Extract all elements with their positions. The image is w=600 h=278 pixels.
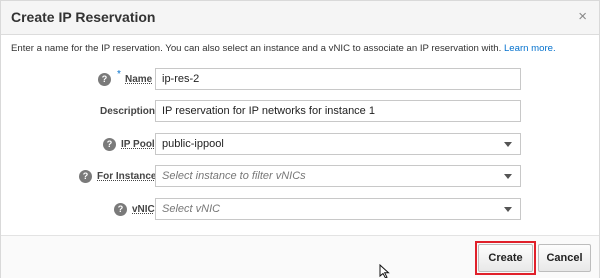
intro-text: Enter a name for the IP reservation. You… [11,43,556,54]
for-instance-label: For Instance [97,171,157,182]
dialog-title: Create IP Reservation [11,9,156,25]
vnic-placeholder: Select vNIC [162,203,221,215]
name-label: Name [125,74,153,85]
create-ip-reservation-dialog: Create IP Reservation × Enter a name for… [0,0,600,278]
help-icon[interactable]: ? [79,170,92,183]
for-instance-placeholder: Select instance to filter vNICs [162,170,306,182]
help-icon[interactable]: ? [103,138,116,151]
dropdown-caret-icon [504,174,512,179]
dropdown-caret-icon [504,142,512,147]
name-input[interactable]: ip-res-2 [155,68,521,90]
for-instance-row: ? For Instance Select instance to filter… [1,165,600,187]
create-button[interactable]: Create [478,244,533,272]
ip-pool-row: ? IP Pool public-ippool [1,133,600,155]
dialog-footer: Create Cancel [1,235,599,278]
dialog-header: Create IP Reservation × [1,1,599,35]
vnic-label: vNIC [132,204,155,215]
help-icon[interactable]: ? [114,203,127,216]
required-indicator: * [117,69,121,80]
close-icon[interactable]: × [578,8,587,26]
ip-pool-selected-value: public-ippool [162,138,224,150]
help-icon[interactable]: ? [98,73,111,86]
description-row: Description IP reservation for IP networ… [1,100,600,122]
ip-pool-select[interactable]: public-ippool [155,133,521,155]
ip-pool-label: IP Pool [121,139,155,150]
description-input[interactable]: IP reservation for IP networks for insta… [155,100,521,122]
mouse-cursor-icon [379,264,390,278]
vnic-row: ? vNIC Select vNIC [1,198,600,220]
intro-description: Enter a name for the IP reservation. You… [11,43,502,54]
name-row: ? * Name ip-res-2 [1,68,600,90]
description-label: Description [100,106,156,117]
cancel-button[interactable]: Cancel [538,244,591,272]
for-instance-select[interactable]: Select instance to filter vNICs [155,165,521,187]
vnic-select[interactable]: Select vNIC [155,198,521,220]
dropdown-caret-icon [504,207,512,212]
learn-more-link[interactable]: Learn more. [504,43,556,54]
